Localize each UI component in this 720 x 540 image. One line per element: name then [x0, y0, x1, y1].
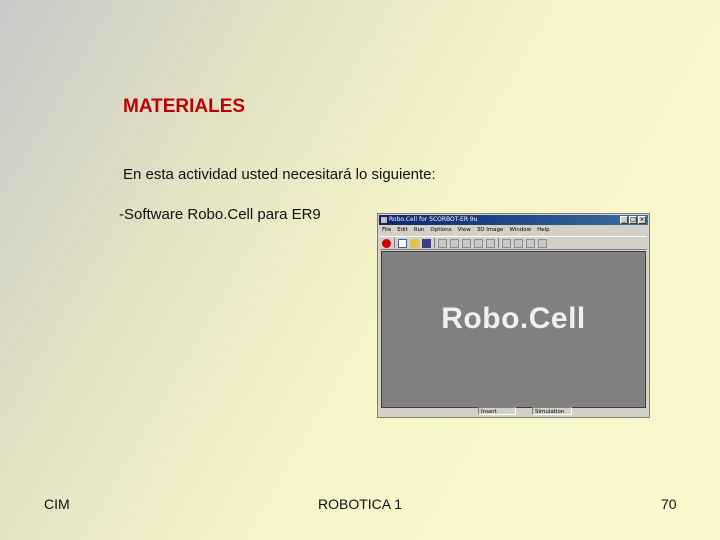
menu-run[interactable]: Run — [414, 226, 425, 235]
stop-icon[interactable] — [382, 238, 391, 248]
cycle-icon[interactable] — [502, 238, 511, 248]
menu-help[interactable]: Help — [537, 226, 550, 235]
page-number: 70 — [661, 496, 677, 512]
status-bar: Insert Simulation — [380, 407, 647, 416]
robocell-window: Robo.Cell for SCORBOT-ER 9u _ □ × File E… — [377, 213, 650, 418]
window-title: Robo.Cell for SCORBOT-ER 9u — [389, 216, 478, 223]
grip-icon[interactable] — [526, 238, 535, 248]
maximize-button[interactable]: □ — [629, 216, 637, 224]
menu-file[interactable]: File — [382, 226, 391, 235]
brand-logo: Robo.Cell — [441, 302, 586, 335]
status-mode: Insert — [478, 407, 516, 415]
app-icon — [381, 217, 387, 223]
slide-title: MATERIALES — [123, 96, 246, 117]
footer-center: ROBOTICA 1 — [318, 496, 403, 512]
open-file-icon[interactable] — [410, 238, 419, 248]
reset-icon[interactable] — [474, 238, 483, 248]
toolbar-separator — [498, 238, 499, 248]
menu-view[interactable]: View — [458, 226, 471, 235]
toolbar-separator — [394, 238, 395, 248]
toolbar-separator — [434, 238, 435, 248]
menu-window[interactable]: Window — [509, 226, 531, 235]
window-titlebar[interactable]: Robo.Cell for SCORBOT-ER 9u _ □ × — [379, 215, 648, 225]
footer-left: CIM — [44, 496, 70, 512]
pro-icon[interactable] — [538, 238, 547, 248]
menu-bar: File Edit Run Options View 3D Image Wind… — [380, 226, 647, 235]
menu-edit[interactable]: Edit — [397, 226, 408, 235]
status-simulation: Simulation — [532, 407, 572, 415]
new-file-icon[interactable] — [398, 238, 407, 248]
axes-icon[interactable] — [514, 238, 523, 248]
workspace-canvas[interactable]: Robo.Cell — [381, 251, 646, 408]
menu-3d-image[interactable]: 3D Image — [477, 226, 504, 235]
run-icon[interactable] — [462, 238, 471, 248]
materials-item: -Software Robo.Cell para ER9 — [119, 206, 321, 223]
close-button[interactable]: × — [638, 216, 646, 224]
save-icon[interactable] — [422, 238, 431, 248]
xyz-icon[interactable] — [450, 238, 459, 248]
teach-icon[interactable] — [438, 238, 447, 248]
intro-text: En esta actividad usted necesitará lo si… — [123, 166, 436, 183]
home-icon[interactable] — [486, 238, 495, 248]
minimize-button[interactable]: _ — [620, 216, 628, 224]
toolbar — [380, 236, 647, 250]
menu-options[interactable]: Options — [430, 226, 451, 235]
